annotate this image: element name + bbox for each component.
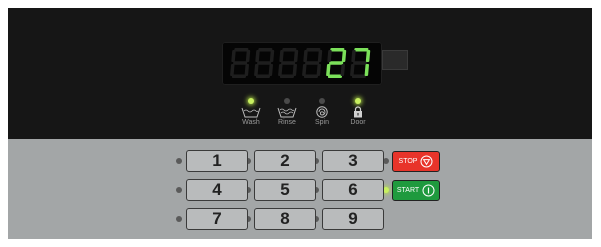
segment-f [231, 50, 236, 62]
segment-a [330, 48, 345, 52]
segment-c [244, 64, 249, 76]
segment-a [354, 48, 369, 52]
start-label: START [396, 187, 420, 194]
rinse-led [284, 98, 290, 104]
padlock-icon [354, 106, 362, 118]
segment-g [305, 61, 320, 65]
key-4-button[interactable]: 4 [186, 179, 248, 201]
segment-f [303, 50, 308, 62]
key-9-button[interactable]: 9 [322, 208, 384, 230]
segment-a [234, 48, 249, 52]
key-2-button[interactable]: 2 [254, 150, 316, 172]
spin-spiral-icon [316, 106, 328, 118]
segment-e [326, 64, 331, 76]
key-7-button[interactable]: 7 [186, 208, 248, 230]
stop-icon [420, 155, 433, 168]
segment-b [341, 50, 347, 62]
segment-e [302, 64, 307, 76]
segment-d [351, 74, 367, 78]
wash-led [248, 98, 254, 104]
segment-e [350, 64, 355, 76]
segment-g [281, 61, 296, 65]
stop-button[interactable]: STOP [392, 151, 440, 172]
key-6-button[interactable]: 6 [322, 179, 384, 201]
segment-g [353, 61, 368, 65]
display-digit-4 [302, 48, 323, 78]
segment-b [245, 50, 251, 62]
key-7-led [176, 216, 182, 222]
display-digit-3 [278, 48, 299, 78]
key-4-led [176, 187, 182, 193]
stop-label: STOP [398, 158, 418, 165]
display-digit-2 [254, 48, 275, 78]
indicator-spin: Spin [304, 96, 340, 126]
key-3-button[interactable]: 3 [322, 150, 384, 172]
segment-c [340, 64, 345, 76]
segment-d [303, 74, 319, 78]
indicator-wash: Wash [233, 96, 269, 126]
segment-e [230, 64, 235, 76]
segment-g [257, 61, 272, 65]
segment-f [255, 50, 260, 62]
start-button[interactable]: START [392, 180, 440, 201]
rinse-tub-icon [277, 107, 297, 118]
door-label: Door [350, 119, 366, 126]
display-digit-1 [230, 48, 251, 78]
segment-f [351, 50, 356, 62]
spin-label: Spin [314, 119, 329, 126]
wash-tub-icon [241, 107, 261, 118]
door-led [355, 98, 361, 104]
segment-a [258, 48, 273, 52]
segment-d [231, 74, 247, 78]
key-8-button[interactable]: 8 [254, 208, 316, 230]
display-digit-5 [326, 48, 347, 78]
spin-led [319, 98, 325, 104]
indicator-rinse: Rinse [269, 96, 305, 126]
key-1-led [176, 158, 182, 164]
segment-b [293, 50, 299, 62]
segment-b [269, 50, 275, 62]
segment-c [292, 64, 297, 76]
segment-d [279, 74, 295, 78]
segment-f [279, 50, 284, 62]
segment-c [268, 64, 273, 76]
seven-segment-display [222, 42, 382, 85]
display-digit-6 [350, 48, 371, 78]
rinse-label: Rinse [278, 119, 296, 126]
wash-label: Wash [242, 119, 260, 126]
key-1-button[interactable]: 1 [186, 150, 248, 172]
segment-g [329, 61, 344, 65]
segment-c [364, 64, 369, 76]
segment-a [282, 48, 297, 52]
segment-a [306, 48, 321, 52]
segment-d [255, 74, 271, 78]
indicator-door: Door [340, 96, 376, 126]
segment-d [327, 74, 343, 78]
segment-b [317, 50, 323, 62]
segment-b [365, 50, 371, 62]
segment-c [316, 64, 321, 76]
segment-e [254, 64, 259, 76]
segment-e [278, 64, 283, 76]
segment-g [233, 61, 248, 65]
segment-f [327, 50, 332, 62]
key-5-button[interactable]: 5 [254, 179, 316, 201]
aux-display-window [382, 50, 408, 70]
start-icon [422, 184, 435, 197]
